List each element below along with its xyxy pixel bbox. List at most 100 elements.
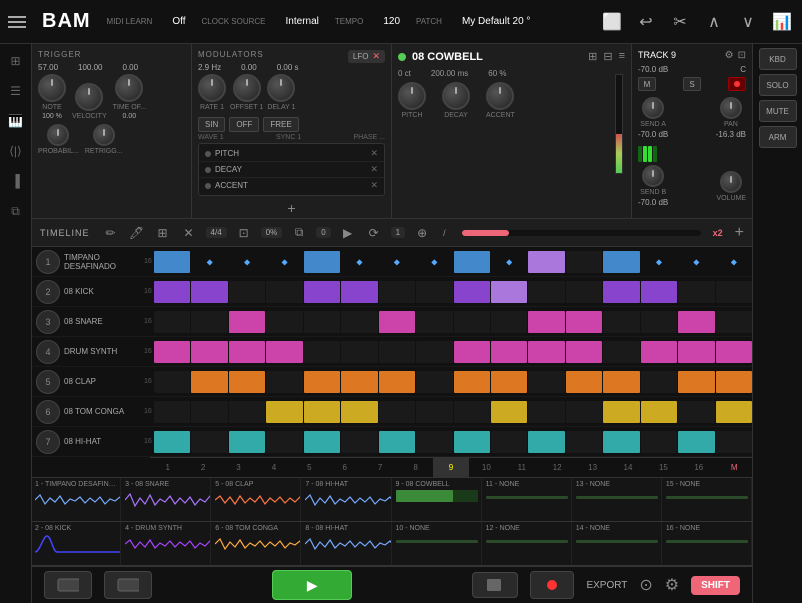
note-knob[interactable] <box>38 74 66 102</box>
cell[interactable] <box>491 251 527 273</box>
accent-knob[interactable] <box>486 82 514 110</box>
cell[interactable] <box>716 311 752 333</box>
cell[interactable] <box>491 281 527 303</box>
cell[interactable] <box>379 311 415 333</box>
solo-btn[interactable]: S <box>683 77 701 91</box>
cell[interactable] <box>191 251 227 273</box>
pattern-cell-2[interactable]: 2 - 08 KICK <box>32 522 121 565</box>
inst-grid-icon[interactable]: ⊞ <box>588 50 597 63</box>
cell[interactable] <box>379 431 415 453</box>
velocity-knob[interactable] <box>75 83 103 111</box>
decay-knob[interactable] <box>442 82 470 110</box>
cell[interactable] <box>379 371 415 393</box>
cell[interactable] <box>716 431 752 453</box>
grid-icon[interactable]: ⊞ <box>154 224 172 242</box>
cell[interactable] <box>678 341 714 363</box>
cell[interactable] <box>266 371 302 393</box>
pattern-cell-8[interactable]: 8 - 08 HI-HAT <box>302 522 391 565</box>
cell[interactable] <box>678 401 714 423</box>
track-num-2[interactable]: 2 <box>36 280 60 304</box>
cell[interactable] <box>379 281 415 303</box>
volume-knob[interactable] <box>720 171 742 193</box>
chevron-down-icon[interactable]: ∨ <box>736 10 760 34</box>
hamburger-menu[interactable] <box>8 16 26 28</box>
cell[interactable] <box>416 281 452 303</box>
cell[interactable] <box>191 401 227 423</box>
mute-button[interactable]: MUTE <box>759 100 797 122</box>
sidebar-fader-icon[interactable]: ⧉ <box>5 200 27 222</box>
pattern-cell-13[interactable]: 13 - NONE <box>573 478 662 521</box>
save-icon[interactable]: ⬜ <box>600 10 624 34</box>
track-close-icon[interactable]: ⊡ <box>738 50 746 61</box>
cell[interactable] <box>454 431 490 453</box>
track-num-4[interactable]: 4 <box>36 340 60 364</box>
cell[interactable] <box>154 401 190 423</box>
cell[interactable] <box>341 371 377 393</box>
arm-button[interactable]: ARM <box>759 126 797 148</box>
undo-icon[interactable]: ↩ <box>634 10 658 34</box>
chain-icon[interactable]: ⧉ <box>290 224 308 242</box>
cell[interactable] <box>229 401 265 423</box>
cell[interactable] <box>716 341 752 363</box>
cell[interactable] <box>191 371 227 393</box>
cell[interactable] <box>641 251 677 273</box>
cell[interactable] <box>603 431 639 453</box>
cell[interactable] <box>416 431 452 453</box>
cell[interactable] <box>528 281 564 303</box>
cell[interactable] <box>641 341 677 363</box>
cell[interactable] <box>454 371 490 393</box>
cell[interactable] <box>454 251 490 273</box>
cell[interactable] <box>528 371 564 393</box>
cell[interactable] <box>229 431 265 453</box>
pattern-cell-3[interactable]: 3 - 08 SNARE <box>122 478 211 521</box>
send-b-knob[interactable] <box>642 165 664 187</box>
mute-btn[interactable]: M <box>638 77 656 91</box>
off-btn[interactable]: OFF <box>229 117 259 132</box>
cell[interactable] <box>379 251 415 273</box>
track-settings-icon[interactable]: ⚙ <box>725 50 734 61</box>
cell[interactable] <box>416 311 452 333</box>
cell[interactable] <box>566 431 602 453</box>
cell[interactable] <box>491 371 527 393</box>
cell[interactable] <box>304 251 340 273</box>
cell[interactable] <box>341 281 377 303</box>
cell[interactable] <box>191 431 227 453</box>
cell[interactable] <box>528 311 564 333</box>
cell[interactable] <box>603 281 639 303</box>
cell[interactable] <box>566 251 602 273</box>
cell[interactable] <box>154 371 190 393</box>
cell[interactable] <box>716 401 752 423</box>
cell[interactable] <box>229 251 265 273</box>
play-tl-icon[interactable]: ▶ <box>339 224 357 242</box>
pattern-cell-9[interactable]: 9 - 08 COWBELL <box>393 478 482 521</box>
retrig-knob[interactable] <box>93 124 115 146</box>
lfo-close-btn[interactable]: ✕ <box>372 51 380 62</box>
rec-btn[interactable] <box>728 77 746 91</box>
cell[interactable] <box>716 281 752 303</box>
cell[interactable] <box>266 251 302 273</box>
cell[interactable] <box>528 251 564 273</box>
cell[interactable] <box>566 371 602 393</box>
cell[interactable] <box>341 311 377 333</box>
cell[interactable] <box>641 311 677 333</box>
cell[interactable] <box>491 341 527 363</box>
cell[interactable] <box>528 401 564 423</box>
record-button[interactable] <box>530 571 574 599</box>
cell[interactable] <box>491 431 527 453</box>
pitch-knob[interactable] <box>398 82 426 110</box>
cell[interactable] <box>491 401 527 423</box>
cell[interactable] <box>229 341 265 363</box>
cell[interactable] <box>154 281 190 303</box>
cell[interactable] <box>454 281 490 303</box>
cell[interactable] <box>416 401 452 423</box>
cell[interactable] <box>154 311 190 333</box>
cell[interactable] <box>191 311 227 333</box>
tl-progress-bar[interactable] <box>462 230 701 236</box>
play-button[interactable]: ▶ <box>272 570 352 600</box>
pattern-cell-11[interactable]: 11 - NONE <box>483 478 572 521</box>
cell[interactable] <box>229 281 265 303</box>
cell[interactable] <box>641 401 677 423</box>
cell[interactable] <box>341 341 377 363</box>
pattern-cell-10[interactable]: 10 - NONE <box>393 522 482 565</box>
pattern-cell-5[interactable]: 5 - 08 CLAP <box>212 478 301 521</box>
